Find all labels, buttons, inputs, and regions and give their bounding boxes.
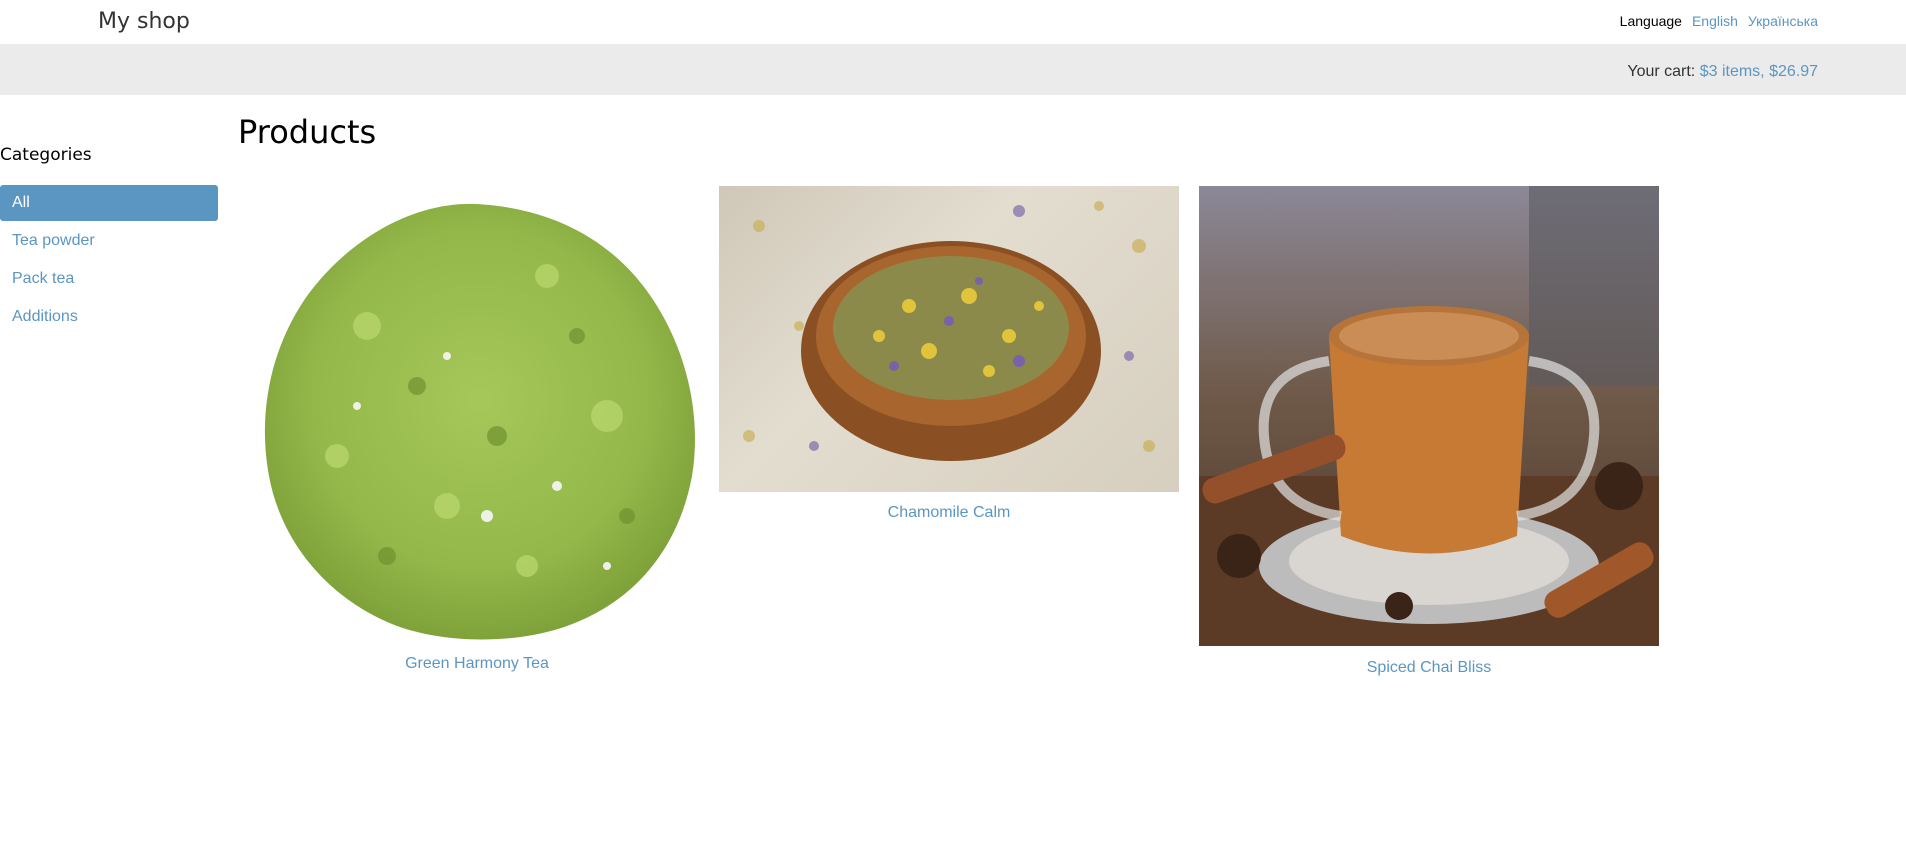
category-item-tea-powder[interactable]: Tea powder bbox=[0, 223, 218, 259]
product-card: Green Harmony Tea bbox=[247, 186, 707, 673]
product-name-link[interactable]: Spiced Chai Bliss bbox=[1199, 659, 1659, 677]
product-card: Chamomile Calm bbox=[719, 186, 1179, 522]
category-item-additions[interactable]: Additions bbox=[0, 299, 218, 335]
page-title: Products bbox=[238, 113, 377, 151]
product-card: Spiced Chai Bliss bbox=[1199, 186, 1659, 677]
cart-summary: Your cart: $3 items, $26.97 bbox=[1627, 63, 1818, 81]
chamomile-illustration bbox=[743, 201, 1155, 461]
cart-bar: Your cart: $3 items, $26.97 bbox=[0, 44, 1906, 95]
category-item-all[interactable]: All bbox=[0, 185, 218, 221]
cart-label: Your cart: bbox=[1627, 63, 1696, 80]
category-list: All Tea powder Pack tea Additions bbox=[0, 185, 218, 337]
product-name-link[interactable]: Chamomile Calm bbox=[719, 504, 1179, 522]
matcha-powder-image[interactable] bbox=[247, 186, 707, 646]
category-item-pack-tea[interactable]: Pack tea bbox=[0, 261, 218, 297]
language-english-link[interactable]: English bbox=[1692, 13, 1738, 29]
shop-logo-link[interactable]: My shop bbox=[98, 9, 190, 34]
chai-cup-illustration bbox=[1199, 186, 1659, 646]
top-header: My shop Language English Українська bbox=[0, 0, 1906, 44]
chai-cup-image[interactable] bbox=[1199, 186, 1659, 646]
chamomile-bowl-image[interactable] bbox=[719, 186, 1179, 492]
matcha-powder-illustration bbox=[264, 203, 695, 640]
categories-heading: Categories bbox=[0, 145, 92, 165]
product-name-link[interactable]: Green Harmony Tea bbox=[247, 655, 707, 673]
language-ukrainian-link[interactable]: Українська bbox=[1748, 13, 1818, 29]
language-label: Language bbox=[1619, 13, 1682, 29]
language-switcher: Language English Українська bbox=[1620, 13, 1818, 29]
cart-link[interactable]: $3 items, $26.97 bbox=[1700, 63, 1818, 80]
